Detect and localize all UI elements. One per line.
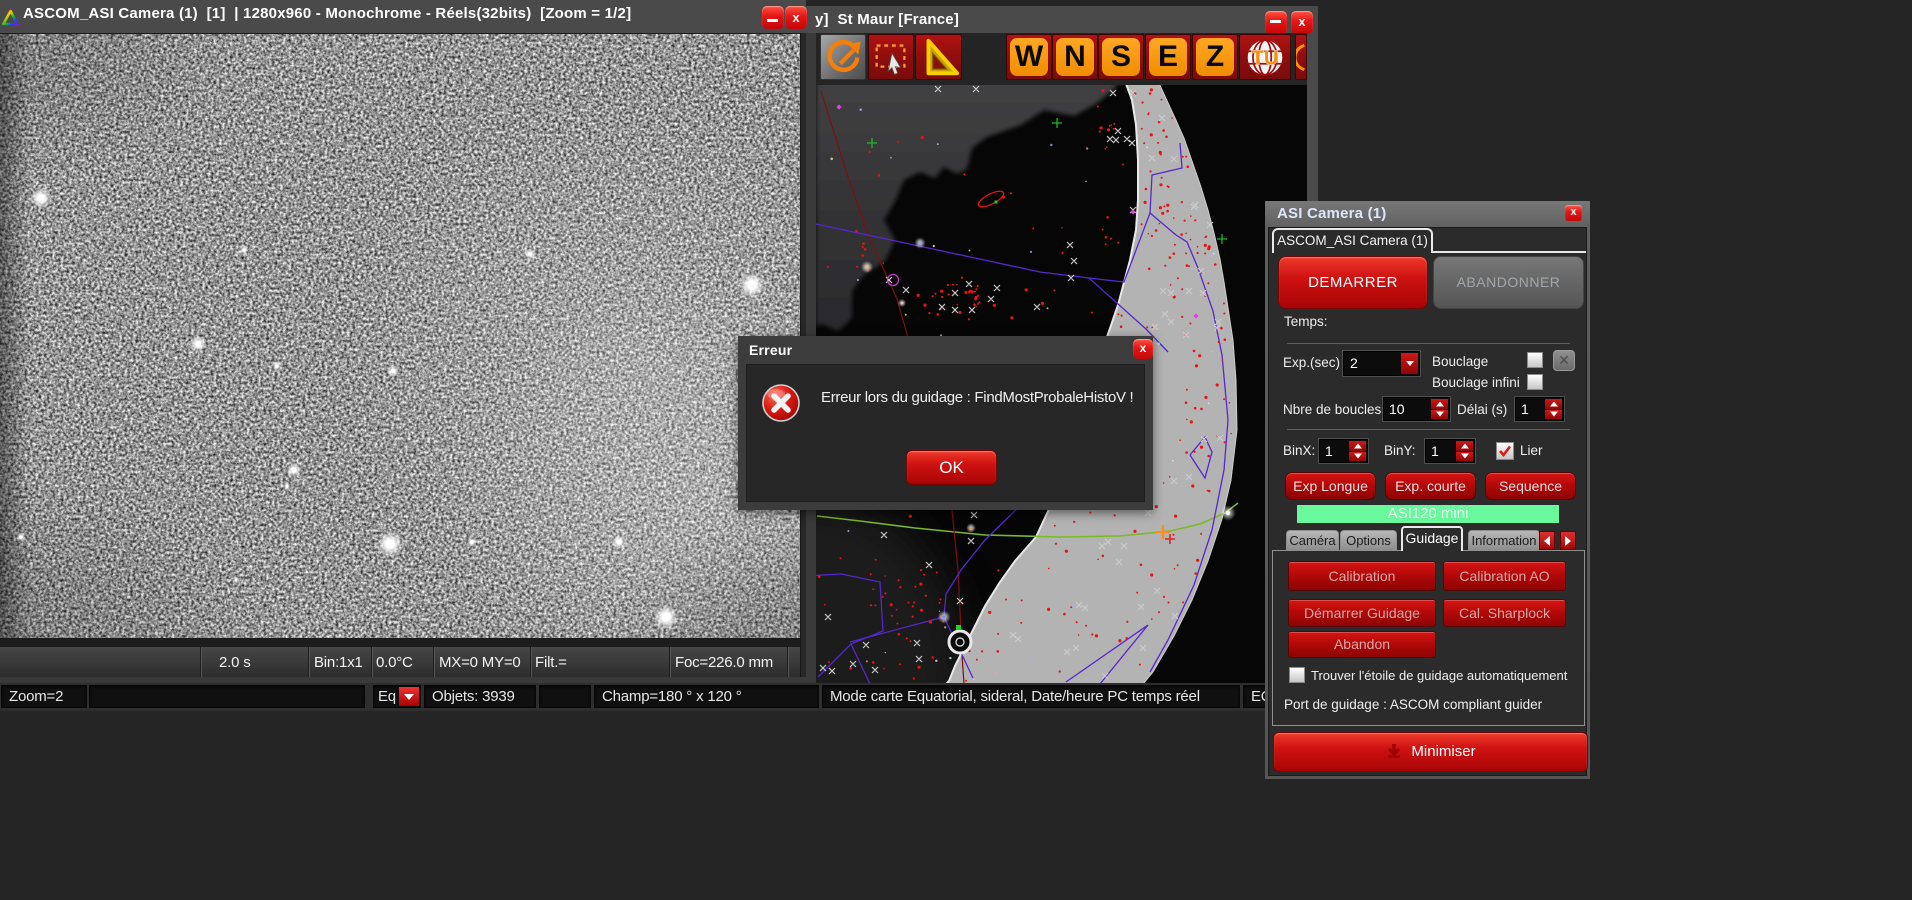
svg-text:TU: TU — [1252, 47, 1279, 69]
